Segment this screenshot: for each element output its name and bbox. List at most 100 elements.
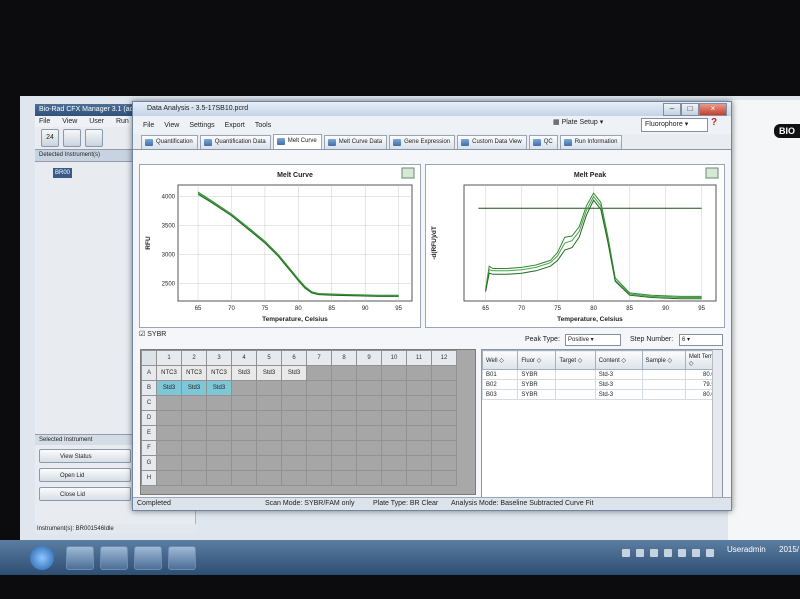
plate-well[interactable]: NTC3 — [181, 365, 207, 381]
plate-well[interactable] — [181, 470, 207, 486]
plate-well[interactable] — [381, 470, 407, 486]
plate-well[interactable] — [306, 395, 332, 411]
plate-column-header[interactable]: 2 — [181, 350, 207, 366]
plate-row-header[interactable]: C — [141, 395, 157, 411]
plate-well[interactable] — [431, 440, 457, 456]
plate-well[interactable] — [156, 395, 182, 411]
plate-well[interactable]: Std3 — [206, 380, 232, 396]
plate-well[interactable] — [281, 380, 307, 396]
plate-well[interactable] — [281, 440, 307, 456]
results-column-header[interactable]: Well ◇ — [481, 350, 519, 370]
plate-well[interactable] — [256, 380, 282, 396]
tray-icon[interactable] — [622, 549, 630, 557]
tab-run-information[interactable]: Run Information — [559, 135, 623, 149]
results-row[interactable]: B02 SYBR Std-3 79.50 — [481, 379, 723, 390]
results-row[interactable]: B01 SYBR Std-3 80.00 — [481, 369, 723, 380]
plate-well[interactable] — [431, 425, 457, 441]
results-column-header[interactable]: Sample ◇ — [641, 350, 686, 370]
plate-well[interactable] — [331, 365, 357, 381]
close-lid-button[interactable]: Close Lid — [39, 487, 131, 501]
plate-well[interactable]: Std3 — [231, 365, 257, 381]
plate-column-header[interactable]: 4 — [231, 350, 257, 366]
results-scrollbar[interactable] — [712, 350, 722, 502]
plate-well[interactable] — [181, 455, 207, 471]
plate-well[interactable] — [381, 440, 407, 456]
plate-well[interactable] — [331, 395, 357, 411]
plate-well[interactable] — [156, 410, 182, 426]
plate-well[interactable] — [406, 440, 432, 456]
plate-well[interactable] — [231, 455, 257, 471]
tab-quantification[interactable]: Quantification — [141, 135, 198, 149]
plate-well[interactable] — [306, 365, 332, 381]
plate-column-header[interactable]: 9 — [356, 350, 382, 366]
plate-well[interactable] — [206, 455, 232, 471]
plate-column-header[interactable]: 8 — [331, 350, 357, 366]
plate-column-header[interactable]: 6 — [281, 350, 307, 366]
plate-well[interactable] — [356, 380, 382, 396]
plate-row-header[interactable]: F — [141, 440, 157, 456]
tab-quantification-data[interactable]: Quantification Data — [199, 135, 271, 149]
menu-file[interactable]: File — [143, 122, 154, 129]
tab-gene-expression[interactable]: Gene Expression — [389, 135, 456, 149]
plate-well[interactable] — [256, 425, 282, 441]
melt-peak-chart[interactable]: Melt Peak 65 70 75 80 85 90 95 Temperature, Cels… — [426, 165, 724, 327]
plate-well[interactable] — [381, 455, 407, 471]
plate-well[interactable]: Std3 — [181, 380, 207, 396]
plate-well[interactable]: NTC3 — [156, 365, 182, 381]
plate-row-header[interactable]: H — [141, 470, 157, 486]
tab-qc[interactable]: QC — [528, 135, 558, 149]
fluorophore-select[interactable]: Fluorophore ▾ — [641, 118, 708, 132]
plate-well[interactable] — [356, 365, 382, 381]
plate-well[interactable] — [256, 440, 282, 456]
plate-well[interactable] — [306, 455, 332, 471]
plate-column-header[interactable]: 1 — [156, 350, 182, 366]
plate-well[interactable] — [181, 425, 207, 441]
plate-well[interactable] — [356, 470, 382, 486]
tab-melt-curve[interactable]: Melt Curve — [272, 134, 322, 149]
plate-well[interactable]: Std3 — [256, 365, 282, 381]
minimize-icon[interactable]: – — [663, 103, 681, 116]
media-icon[interactable] — [100, 546, 128, 570]
plate-well[interactable] — [356, 440, 382, 456]
plate-well[interactable] — [231, 470, 257, 486]
plate-well[interactable] — [156, 470, 182, 486]
plate-well[interactable] — [406, 395, 432, 411]
plate-well[interactable] — [356, 455, 382, 471]
plate-well[interactable] — [356, 425, 382, 441]
menu-file[interactable]: File — [39, 118, 50, 125]
plate-corner[interactable] — [141, 350, 157, 366]
plate-well[interactable] — [406, 425, 432, 441]
plate-well[interactable]: Std3 — [281, 365, 307, 381]
tray-icon[interactable] — [650, 549, 658, 557]
plate-well[interactable] — [381, 380, 407, 396]
plate-well[interactable] — [431, 395, 457, 411]
plate-well[interactable] — [256, 470, 282, 486]
menu-user[interactable]: User — [89, 118, 104, 125]
plate-row-header[interactable]: E — [141, 425, 157, 441]
results-column-header[interactable]: Content ◇ — [594, 350, 643, 370]
plate-well[interactable]: NTC3 — [206, 365, 232, 381]
plate-column-header[interactable]: 3 — [206, 350, 232, 366]
menu-settings[interactable]: Settings — [189, 122, 214, 129]
plate-well[interactable] — [206, 410, 232, 426]
view-status-button[interactable]: View Status — [39, 449, 131, 463]
plate-well[interactable] — [406, 365, 432, 381]
plate-well[interactable] — [331, 410, 357, 426]
open-lid-button[interactable]: Open Lid — [39, 468, 131, 482]
menu-tools[interactable]: Tools — [255, 122, 271, 129]
plate-well[interactable]: Std3 — [156, 380, 182, 396]
plate-well[interactable] — [406, 470, 432, 486]
plate-well[interactable] — [356, 395, 382, 411]
plate-well[interactable] — [381, 365, 407, 381]
plate-well[interactable] — [406, 380, 432, 396]
plate-well[interactable] — [231, 440, 257, 456]
calendar-icon[interactable]: 24 — [41, 129, 59, 147]
plate-well[interactable] — [281, 425, 307, 441]
plate-well[interactable] — [206, 395, 232, 411]
plate-row-header[interactable]: D — [141, 410, 157, 426]
help-icon[interactable]: ? — [711, 117, 717, 128]
plate-well[interactable] — [281, 395, 307, 411]
plate-well[interactable] — [331, 425, 357, 441]
plate-column-header[interactable]: 5 — [256, 350, 282, 366]
plate-well[interactable] — [406, 410, 432, 426]
